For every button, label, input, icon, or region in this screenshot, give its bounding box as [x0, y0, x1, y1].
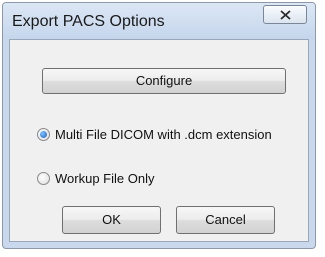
cancel-button[interactable]: Cancel [176, 206, 275, 234]
export-pacs-options-dialog: Export PACS Options Configure Multi File… [2, 2, 316, 249]
workup-file-only-label[interactable]: Workup File Only [55, 170, 154, 188]
multi-file-dicom-radio[interactable] [37, 128, 50, 141]
ok-button[interactable]: OK [62, 206, 161, 234]
window-title: Export PACS Options [12, 13, 165, 30]
multi-file-dicom-label[interactable]: Multi File DICOM with .dcm extension [55, 126, 272, 144]
close-button[interactable] [263, 5, 307, 24]
workup-file-only-radio[interactable] [37, 172, 50, 185]
dialog-body: Configure Multi File DICOM with .dcm ext… [9, 39, 309, 242]
close-icon [280, 10, 291, 20]
title-bar[interactable]: Export PACS Options [3, 3, 315, 39]
configure-button[interactable]: Configure [42, 68, 286, 94]
